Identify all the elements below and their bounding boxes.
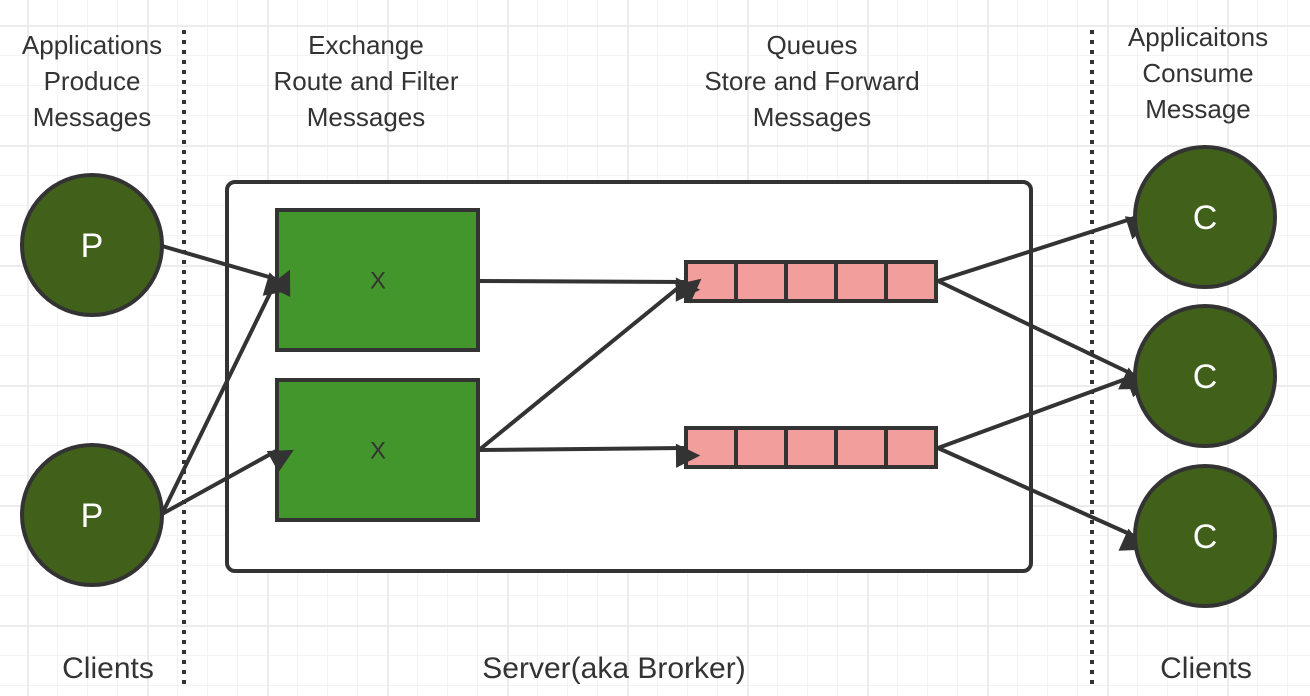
rabbitmq-diagram: Applications Produce Messages Exchange R…	[20, 22, 1277, 685]
header-consumers: Applicaitons Consume Message	[1128, 22, 1268, 124]
queue-2[interactable]	[684, 426, 938, 469]
header-line: Messages	[753, 102, 872, 132]
producer-label: P	[81, 227, 104, 265]
consumer-1[interactable]: C	[1133, 145, 1277, 289]
header-line: Applicaitons	[1128, 22, 1268, 52]
header-line: Messages	[307, 102, 426, 132]
queue-slot	[834, 426, 888, 469]
exchange-2[interactable]: X	[275, 378, 480, 522]
queue-slot	[784, 426, 838, 469]
exchange-1[interactable]: X	[275, 208, 480, 352]
queue-slot	[684, 260, 738, 303]
header-producers: Applications Produce Messages	[22, 30, 162, 132]
queue-slot	[784, 260, 838, 303]
header-queues: Queues Store and Forward Messages	[704, 30, 919, 132]
header-line: Queues	[766, 30, 857, 60]
consumer-label: C	[1193, 358, 1218, 396]
queue-slot	[734, 260, 788, 303]
header-line: Route and Filter	[274, 66, 459, 96]
consumer-3[interactable]: C	[1133, 464, 1277, 608]
exchange-label: X	[370, 268, 386, 295]
producer-2[interactable]: P	[20, 443, 164, 587]
header-exchange: Exchange Route and Filter Messages	[274, 30, 459, 132]
queue-1[interactable]	[684, 260, 938, 303]
consumer-label: C	[1193, 199, 1218, 237]
queue-slot	[734, 426, 788, 469]
consumer-label: C	[1193, 518, 1218, 556]
queue-slot	[684, 426, 738, 469]
footer-right-clients: Clients	[1160, 652, 1252, 685]
consumer-2[interactable]: C	[1133, 304, 1277, 448]
header-line: Message	[1145, 94, 1251, 124]
producer-1[interactable]: P	[20, 173, 164, 317]
header-line: Store and Forward	[704, 66, 919, 96]
arrow-x2-to-q2	[478, 443, 701, 468]
queue-slot	[884, 426, 938, 469]
arrow-x1-to-q1	[478, 277, 701, 302]
header-line: Exchange	[308, 30, 424, 60]
footer-left-clients: Clients	[62, 652, 154, 685]
queue-slot	[884, 260, 938, 303]
queue-slot	[834, 260, 888, 303]
header-line: Consume	[1142, 58, 1253, 88]
header-line: Messages	[33, 102, 152, 132]
footer-server: Server(aka Brorker)	[482, 652, 745, 685]
exchange-label: X	[370, 438, 386, 465]
header-line: Produce	[44, 66, 141, 96]
producer-label: P	[81, 497, 104, 535]
header-line: Applications	[22, 30, 162, 60]
